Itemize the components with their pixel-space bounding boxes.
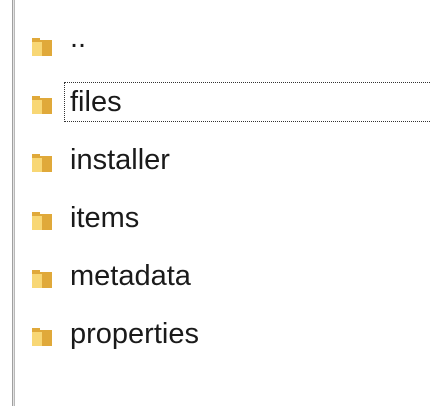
list-item-label: metadata	[70, 260, 191, 292]
list-item-label: properties	[70, 318, 199, 350]
list-item-label: ..	[70, 22, 87, 54]
list-item-label: files	[64, 82, 431, 122]
list-item-properties[interactable]: properties	[28, 305, 431, 363]
file-list: .. files installer items metadata proper…	[28, 0, 431, 406]
folder-icon	[32, 328, 52, 346]
folder-icon	[32, 154, 52, 172]
pane-splitter[interactable]	[12, 0, 15, 406]
list-item-files[interactable]: files	[28, 73, 431, 131]
folder-icon	[32, 96, 52, 114]
folder-icon	[32, 212, 52, 230]
folder-icon	[32, 38, 52, 56]
list-item-label: items	[70, 202, 140, 234]
list-item-label: installer	[70, 144, 170, 176]
list-item-parent-folder[interactable]: ..	[28, 15, 431, 73]
folder-icon	[32, 270, 52, 288]
list-item-items[interactable]: items	[28, 189, 431, 247]
list-item-installer[interactable]: installer	[28, 131, 431, 189]
list-item-metadata[interactable]: metadata	[28, 247, 431, 305]
